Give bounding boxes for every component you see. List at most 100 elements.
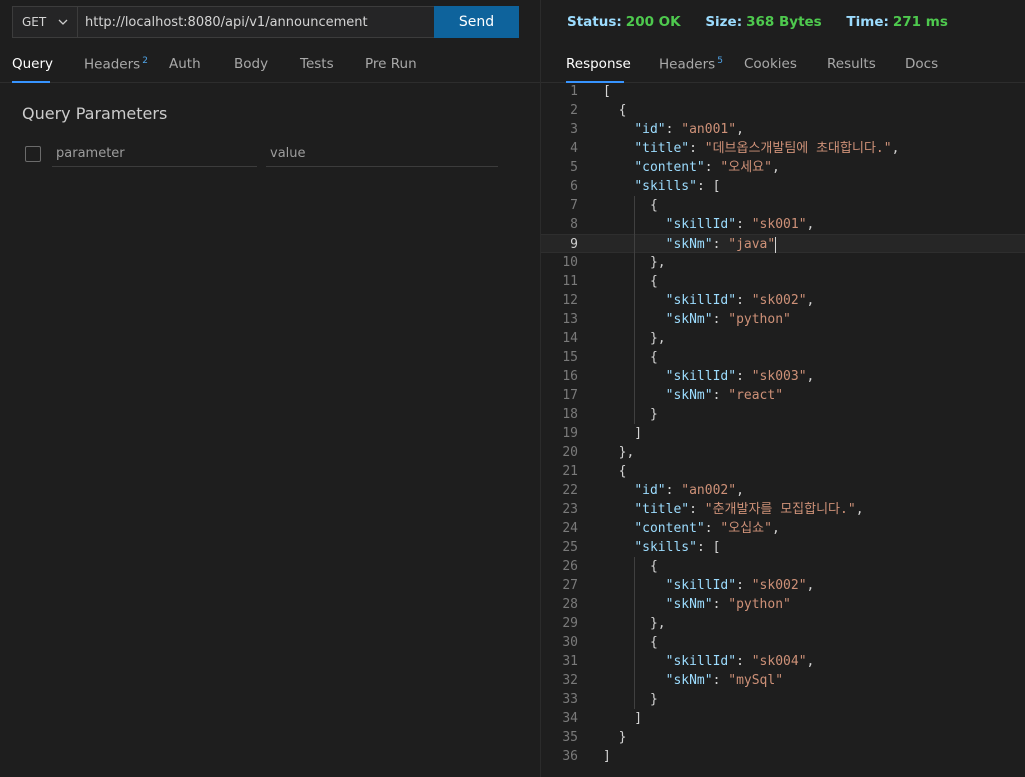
code-line: 11 {: [541, 272, 1025, 291]
code-text: {: [603, 350, 658, 365]
line-number: 32: [562, 673, 578, 688]
tab-query-label: Query: [12, 56, 54, 72]
tab-headers[interactable]: Headers 2: [84, 56, 148, 73]
method-select[interactable]: GET: [12, 6, 78, 38]
code-line: 9 "skNm": "java": [541, 234, 1025, 253]
code-line: 29 },: [541, 614, 1025, 633]
tab-tests-label: Tests: [300, 56, 334, 72]
code-text: }: [603, 692, 658, 707]
status-value: 200 OK: [625, 14, 681, 30]
line-number: 23: [562, 502, 578, 517]
code-line: 27 "skillId": "sk002",: [541, 576, 1025, 595]
code-text: "skNm": "react": [665, 388, 784, 403]
code-text: "title": "데브옵스개발팀에 초대합니다.",: [634, 141, 900, 156]
response-body-editor[interactable]: 1[2 {3 "id": "an001", 4 "title": "데브옵스개발팀…: [541, 82, 1025, 777]
line-number: 5: [570, 160, 578, 175]
tab-docs-label: Docs: [905, 56, 939, 72]
tab-response-headers[interactable]: Headers 5: [659, 56, 723, 73]
line-number: 11: [562, 274, 578, 289]
line-number: 17: [562, 388, 578, 403]
line-number: 2: [570, 103, 578, 118]
code-line: 13 "skNm": "python": [541, 310, 1025, 329]
tab-docs[interactable]: Docs: [905, 56, 938, 72]
code-text: "content": "오세요",: [634, 160, 780, 175]
send-button[interactable]: Send: [434, 6, 519, 38]
code-text: ]: [603, 749, 611, 764]
tab-query[interactable]: Query: [12, 56, 53, 72]
code-line: 18 }: [541, 405, 1025, 424]
line-number: 31: [562, 654, 578, 669]
tab-cookies[interactable]: Cookies: [744, 56, 797, 72]
line-number: 25: [562, 540, 578, 555]
code-line: 20 },: [541, 443, 1025, 462]
code-line: 21 {: [541, 462, 1025, 481]
active-tab-indicator: [12, 81, 50, 83]
code-text: "skills": [: [634, 179, 721, 194]
code-text: }: [603, 730, 627, 745]
code-line: 28 "skNm": "python": [541, 595, 1025, 614]
tab-body[interactable]: Body: [234, 56, 268, 72]
code-line: 5 "content": "오세요",: [541, 158, 1025, 177]
url-input[interactable]: http://localhost:8080/api/v1/announcemen…: [77, 6, 435, 38]
response-status-bar: Status: 200 OK Size: 368 Bytes Time: 271 ms: [567, 14, 968, 30]
code-line: 30 {: [541, 633, 1025, 652]
tab-pre-run[interactable]: Pre Run: [365, 56, 417, 72]
tab-results-label: Results: [827, 56, 876, 72]
line-number: 29: [562, 616, 578, 631]
code-line: 19 ]: [541, 424, 1025, 443]
line-number: 6: [570, 179, 578, 194]
code-text: "skills": [: [634, 540, 721, 555]
line-number: 18: [562, 407, 578, 422]
line-number: 28: [562, 597, 578, 612]
tab-auth[interactable]: Auth: [169, 56, 201, 72]
line-number: 7: [570, 198, 578, 213]
code-line: 10 },: [541, 253, 1025, 272]
code-line: 8 "skillId": "sk001",: [541, 215, 1025, 234]
line-number: 35: [562, 730, 578, 745]
line-number: 9: [570, 237, 578, 252]
tab-response-headers-label: Headers: [659, 56, 716, 73]
request-panel: GET http://localhost:8080/api/v1/announc…: [0, 0, 540, 777]
code-line: 22 "id": "an002",: [541, 481, 1025, 500]
code-text: ]: [603, 711, 643, 726]
tab-tests[interactable]: Tests: [300, 56, 334, 72]
indent-guide: [634, 196, 636, 424]
code-line: 12 "skillId": "sk002",: [541, 291, 1025, 310]
tab-cookies-label: Cookies: [744, 56, 797, 72]
code-line: 32 "skNm": "mySql": [541, 671, 1025, 690]
time-label: Time:: [846, 14, 889, 30]
code-line: 25 "skills": [: [541, 538, 1025, 557]
code-text: "id": "an002",: [634, 483, 744, 498]
tab-response[interactable]: Response: [566, 56, 631, 72]
code-line: 33 }: [541, 690, 1025, 709]
line-number: 27: [562, 578, 578, 593]
code-line: 16 "skillId": "sk003",: [541, 367, 1025, 386]
code-line: 31 "skillId": "sk004",: [541, 652, 1025, 671]
code-line: 26 {: [541, 557, 1025, 576]
line-number: 14: [562, 331, 578, 346]
code-line: 6 "skills": [: [541, 177, 1025, 196]
parameter-field[interactable]: parameter: [52, 140, 257, 167]
line-number: 26: [562, 559, 578, 574]
chevron-down-icon: [57, 16, 69, 31]
code-line: 24 "content": "오십쇼",: [541, 519, 1025, 538]
code-line: 34 ]: [541, 709, 1025, 728]
checkbox-icon[interactable]: [25, 146, 41, 162]
code-text: "content": "오십쇼",: [634, 521, 780, 536]
code-text: },: [603, 445, 635, 460]
response-panel: Status: 200 OK Size: 368 Bytes Time: 271 ms…: [541, 0, 1025, 777]
code-line: 15 {: [541, 348, 1025, 367]
query-parameters-title: Query Parameters: [22, 104, 168, 123]
status-label: Status:: [567, 14, 622, 30]
code-text: {: [603, 198, 658, 213]
code-text: ]: [603, 426, 643, 441]
time-value: 271 ms: [892, 14, 948, 30]
code-line: 3 "id": "an001",: [541, 120, 1025, 139]
code-text: {: [603, 635, 658, 650]
line-number: 3: [570, 122, 578, 137]
value-field[interactable]: value: [266, 140, 498, 167]
tab-results[interactable]: Results: [827, 56, 876, 72]
line-number: 30: [562, 635, 578, 650]
line-number: 34: [562, 711, 578, 726]
code-line: 36]: [541, 747, 1025, 766]
